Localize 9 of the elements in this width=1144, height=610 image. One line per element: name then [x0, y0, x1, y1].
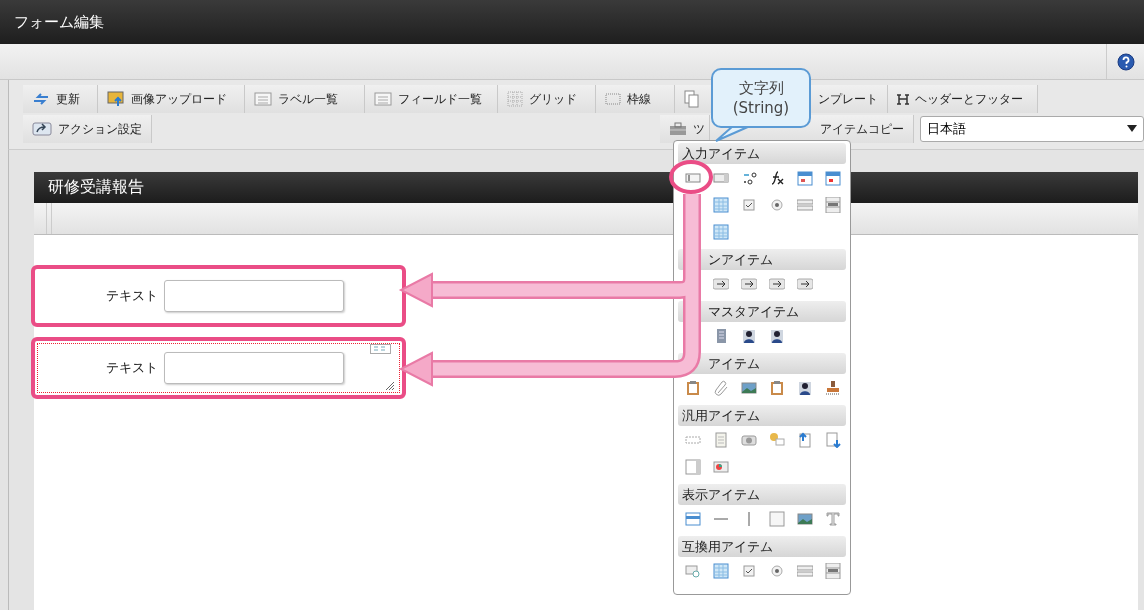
- field-label: テキスト: [106, 359, 158, 377]
- window-title: フォーム編集: [14, 12, 104, 32]
- tooltip-text: 文字列: [738, 77, 784, 98]
- field-label: テキスト: [106, 287, 158, 305]
- palette-section-heading: 互換用アイテム: [678, 536, 846, 557]
- form-title: 研修受講報告: [48, 177, 144, 198]
- palette-section-heading: 汎用アイテム: [678, 405, 846, 426]
- palette-section-heading: 表示アイテム: [678, 484, 846, 505]
- palette-section-heading: 入力アイテム: [678, 143, 846, 164]
